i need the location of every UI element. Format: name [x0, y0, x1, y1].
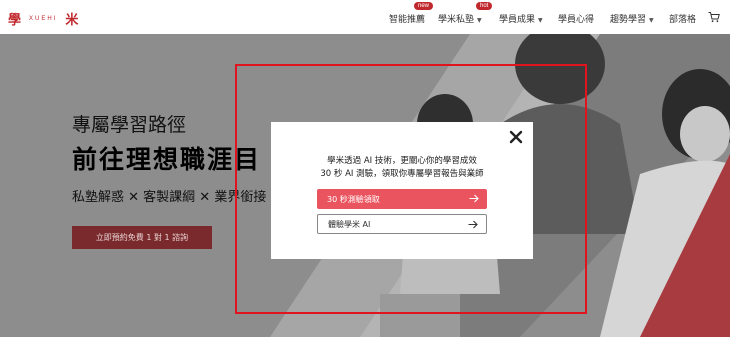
caret-down-icon: ▼	[477, 17, 482, 24]
nav-item-trends[interactable]: 趨勢學習 ▼	[610, 12, 654, 25]
modal-line-2: 30 秒 AI 測驗，領取你專屬學習報告與業師	[320, 169, 484, 179]
new-badge: new	[414, 2, 434, 10]
hot-badge: hot	[476, 2, 493, 10]
hero-tagline: 私塾解惑 ✕ 客製課綱 ✕ 業界銜接	[72, 190, 267, 205]
try-ai-button[interactable]: 體驗學米 AI	[317, 214, 487, 234]
nav-item-label: 學員成果	[499, 15, 536, 25]
cart-icon[interactable]	[708, 11, 720, 23]
book-consultation-button[interactable]: 立即預約免費 1 對 1 諮詢	[72, 226, 212, 249]
main-nav: 智能推薦 new 學米私塾 ▼ hot 學員成果 ▼ 學員心得 趨勢學習 ▼ 部落格	[0, 2, 730, 26]
nav-item-tutoring[interactable]: 學米私塾 ▼ hot	[438, 2, 493, 25]
modal-message: 學米透過 AI 技術，更關心你的學習成效 30 秒 AI 測驗，領取你專屬學習報…	[271, 155, 533, 181]
nav-item-recommend[interactable]: 智能推薦 new	[389, 2, 434, 25]
nav-item-results[interactable]: 學員成果 ▼	[499, 12, 543, 25]
nav-item-label: 趨勢學習	[610, 15, 647, 25]
try-ai-label: 體驗學米 AI	[328, 219, 371, 229]
nav-item-label: 部落格	[669, 15, 697, 25]
nav-item-label: 學員心得	[558, 15, 595, 25]
take-test-button[interactable]: 30 秒測驗領取	[317, 189, 487, 209]
arrow-right-icon	[469, 194, 479, 203]
ai-test-modal: 學米透過 AI 技術，更關心你的學習成效 30 秒 AI 測驗，領取你專屬學習報…	[271, 122, 533, 259]
nav-item-label: 學米私塾	[438, 15, 475, 25]
site-header: 學 XUEHI 米 智能推薦 new 學米私塾 ▼ hot 學員成果 ▼ 學員心得 …	[0, 0, 730, 34]
hero-title: 前往理想職涯目	[72, 145, 262, 174]
caret-down-icon: ▼	[538, 17, 543, 24]
arrow-right-icon	[468, 220, 478, 229]
caret-down-icon: ▼	[649, 17, 654, 24]
nav-item-blog[interactable]: 部落格	[669, 12, 696, 25]
modal-line-1: 學米透過 AI 技術，更關心你的學習成效	[327, 156, 477, 166]
nav-item-reviews[interactable]: 學員心得	[558, 12, 594, 25]
close-icon[interactable]	[509, 130, 523, 144]
take-test-label: 30 秒測驗領取	[327, 194, 380, 204]
nav-item-label: 智能推薦	[389, 15, 426, 25]
hero-subtitle: 專屬學習路徑	[72, 114, 187, 136]
